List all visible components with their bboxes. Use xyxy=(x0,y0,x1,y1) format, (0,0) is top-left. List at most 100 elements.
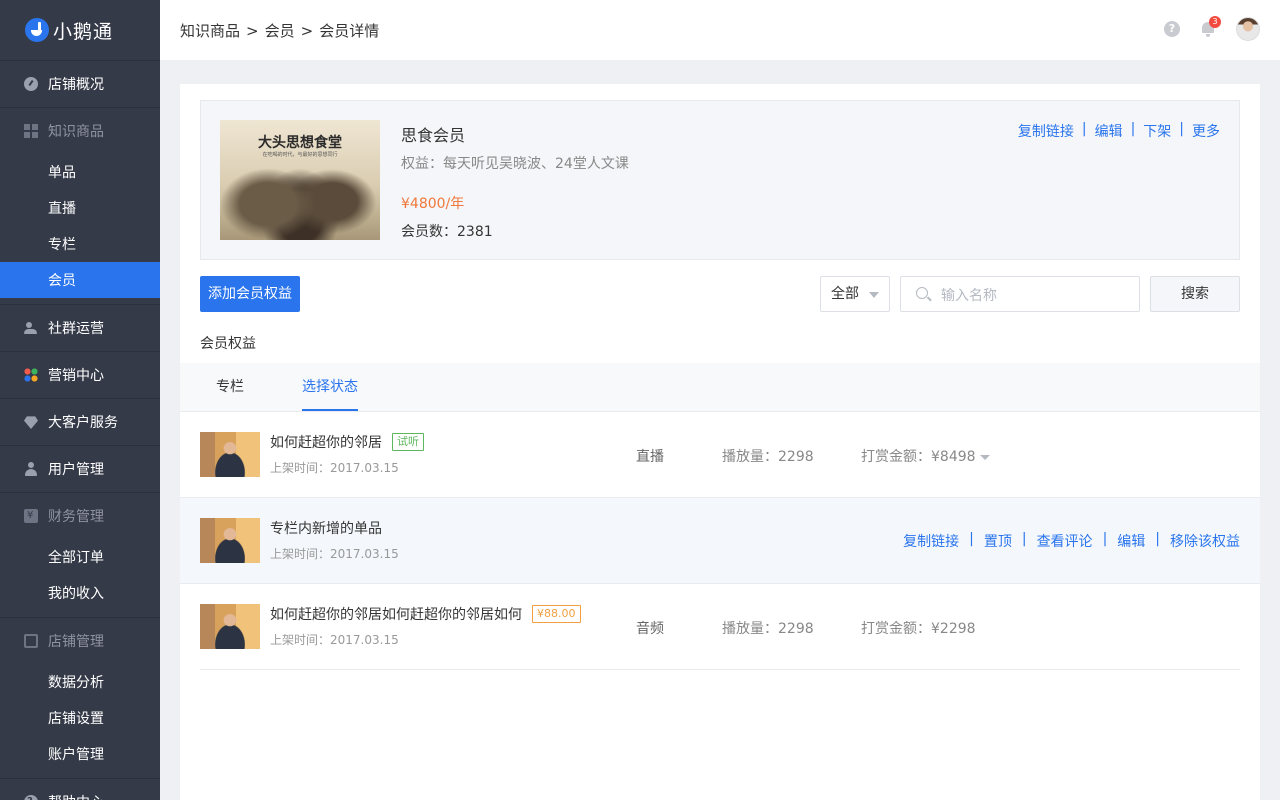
bell-icon[interactable]: 3 xyxy=(1200,16,1221,37)
sidebar-item-my-income[interactable]: 我的收入 xyxy=(0,575,160,611)
item-title-wrap: 如何赶超你的邻居如何赶超你的邻居如何 ¥88.00 xyxy=(270,604,581,624)
divider: | xyxy=(1102,531,1108,547)
sidebar-group-label: 知识商品 xyxy=(48,124,104,140)
item-title[interactable]: 如何赶超你的邻居如何赶超你的邻居如何 xyxy=(270,604,522,624)
more-link[interactable]: 更多 xyxy=(1192,121,1220,141)
nav-group-community: 社群运营 xyxy=(0,304,160,351)
item-publish-time: 上架时间：2017.03.15 xyxy=(270,547,399,561)
item-type: 直播 xyxy=(636,449,664,465)
item-actions: 复制链接 | 置顶 | 查看评论 | 编辑 | 移除该权益 xyxy=(903,531,1240,551)
item-title[interactable]: 专栏内新增的单品 xyxy=(270,518,382,538)
filter-select-value: 全部 xyxy=(831,286,859,302)
item-title[interactable]: 如何赶超你的邻居 xyxy=(270,432,382,452)
chevron-down-icon xyxy=(869,292,879,298)
item-play-count: 播放量：2298 xyxy=(722,621,814,637)
breadcrumb-item[interactable]: 知识商品 xyxy=(180,22,240,40)
item-publish-time: 上架时间：2017.03.15 xyxy=(270,461,399,475)
unpublish-link[interactable]: 下架 xyxy=(1143,121,1171,141)
grid-icon xyxy=(24,124,38,138)
list-item[interactable]: 如何赶超你的邻居如何赶超你的邻居如何 ¥88.00 上架时间：2017.03.1… xyxy=(200,584,1240,670)
phone-icon xyxy=(24,634,38,648)
trial-badge: 试听 xyxy=(392,433,424,451)
top-header: 知识商品 > 会员 > 会员详情 ? 3 xyxy=(160,0,1280,60)
search-button[interactable]: 搜索 xyxy=(1150,276,1240,312)
sidebar-item-live[interactable]: 直播 xyxy=(0,190,160,226)
breadcrumb-current: 会员详情 xyxy=(319,21,380,40)
sidebar-item-label: 帮助中心 xyxy=(48,792,104,800)
divider: | xyxy=(1081,121,1087,137)
membership-price: ¥4800/年 xyxy=(401,196,465,212)
sidebar-item-analytics[interactable]: 数据分析 xyxy=(0,664,160,700)
gauge-icon xyxy=(24,77,38,91)
sidebar-item-label: 店铺概况 xyxy=(48,77,104,93)
sidebar-item-all-orders[interactable]: 全部订单 xyxy=(0,539,160,575)
search-icon xyxy=(916,287,928,299)
sidebar-item-label: 社群运营 xyxy=(48,321,104,337)
divider: | xyxy=(969,531,974,547)
view-comments-link[interactable]: 查看评论 xyxy=(1037,531,1093,551)
edit-link[interactable]: 编辑 xyxy=(1117,531,1145,551)
avatar[interactable] xyxy=(1236,17,1260,41)
sidebar-group-finance[interactable]: 财务管理 xyxy=(0,493,160,539)
search-input[interactable] xyxy=(941,285,1121,305)
membership-actions: 复制链接 | 编辑 | 下架 | 更多 xyxy=(1018,121,1220,141)
tab-select-status[interactable]: 选择状态 xyxy=(302,363,358,411)
sidebar-item-marketing[interactable]: 营销中心 xyxy=(0,352,160,398)
user-icon xyxy=(24,462,38,476)
filter-select[interactable]: 全部 xyxy=(820,276,890,312)
nav-group-marketing: 营销中心 xyxy=(0,351,160,398)
list-item[interactable]: 专栏内新增的单品 上架时间：2017.03.15 复制链接 | 置顶 | 查看评论 |… xyxy=(180,498,1260,584)
breadcrumb-separator: > xyxy=(300,21,314,40)
item-tip-amount-text: 打赏金额：¥8498 xyxy=(861,449,976,465)
sidebar-item-label: 营销中心 xyxy=(48,368,104,384)
wallet-icon xyxy=(24,509,38,523)
pin-to-top-link[interactable]: 置顶 xyxy=(984,531,1012,551)
divider: | xyxy=(1179,121,1184,137)
nav-group-users: 用户管理 xyxy=(0,445,160,492)
edit-link[interactable]: 编辑 xyxy=(1095,121,1123,141)
remove-benefit-link[interactable]: 移除该权益 xyxy=(1170,531,1240,551)
add-member-benefit-button[interactable]: 添加会员权益 xyxy=(200,276,300,312)
item-tip-amount[interactable]: 打赏金额：¥8498 xyxy=(861,446,990,466)
item-title-wrap: 如何赶超你的邻居 试听 xyxy=(270,432,424,452)
people-icon xyxy=(24,321,38,335)
membership-rights: 权益：每天听见吴晓波、24堂人文课 xyxy=(401,156,629,172)
question-icon[interactable]: ? xyxy=(1164,21,1180,37)
logo-icon xyxy=(25,18,49,42)
nav-group-overview: 店铺概况 xyxy=(0,60,160,107)
sidebar-item-single[interactable]: 单品 xyxy=(0,154,160,190)
search-box xyxy=(900,276,1140,312)
membership-cover-image: 大头思想食堂 在吃喝的时代，与最好的思想同行 xyxy=(220,120,380,240)
copy-link-link[interactable]: 复制链接 xyxy=(1018,121,1074,141)
sidebar-item-account[interactable]: 账户管理 xyxy=(0,736,160,772)
main-card: 大头思想食堂 在吃喝的时代，与最好的思想同行 思食会员 权益：每天听见吴晓波、2… xyxy=(180,84,1260,800)
color-dots-icon xyxy=(24,368,38,382)
item-publish-time: 上架时间：2017.03.15 xyxy=(270,633,399,647)
item-thumbnail xyxy=(200,604,260,649)
sidebar-group-knowledge[interactable]: 知识商品 xyxy=(0,108,160,154)
breadcrumb-separator: > xyxy=(246,21,259,40)
sidebar-item-membership[interactable]: 会员 xyxy=(0,262,160,298)
sidebar-item-column[interactable]: 专栏 xyxy=(0,226,160,262)
logo[interactable]: 小鹅通 xyxy=(0,0,160,60)
sidebar-item-help[interactable]: 帮助中心 xyxy=(0,779,160,800)
item-play-count: 播放量：2298 xyxy=(722,449,814,465)
sidebar-item-community[interactable]: 社群运营 xyxy=(0,305,160,351)
list-item[interactable]: 如何赶超你的邻居 试听 上架时间：2017.03.15 直播 播放量：2298 … xyxy=(180,412,1260,498)
sidebar-item-enterprise[interactable]: 大客户服务 xyxy=(0,399,160,445)
diamond-icon xyxy=(24,416,38,429)
sidebar-group-store[interactable]: 店铺管理 xyxy=(0,618,160,664)
sidebar-item-store-settings[interactable]: 店铺设置 xyxy=(0,700,160,736)
tab-column[interactable]: 专栏 xyxy=(216,363,244,411)
sidebar-item-label: 用户管理 xyxy=(48,462,104,478)
sidebar-item-label: 大客户服务 xyxy=(48,415,118,431)
copy-link-link[interactable]: 复制链接 xyxy=(903,531,959,551)
tab-bar: 专栏 选择状态 xyxy=(180,363,1260,412)
member-count: 会员数：2381 xyxy=(401,224,493,240)
logo-text: 小鹅通 xyxy=(53,20,114,43)
item-title-wrap: 专栏内新增的单品 xyxy=(270,518,382,538)
sidebar-item-users[interactable]: 用户管理 xyxy=(0,446,160,492)
help-icon xyxy=(24,795,38,800)
breadcrumb-item[interactable]: 会员 xyxy=(265,22,295,40)
sidebar-item-overview[interactable]: 店铺概况 xyxy=(0,61,160,107)
